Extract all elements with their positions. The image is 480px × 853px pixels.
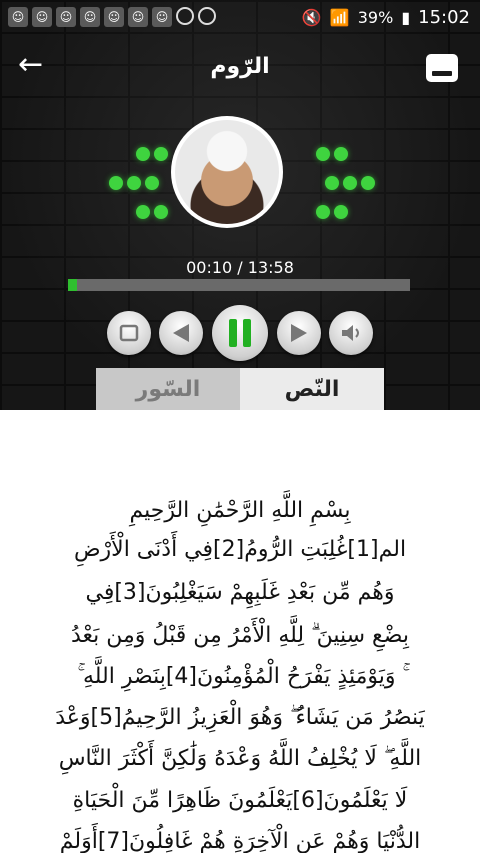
notification-app-icon: ☺ [8,7,28,27]
equalizer-dot [343,176,357,190]
player-header: ☺ ☺ ☺ ☺ ☺ ☺ ☺ 🔇 📶 39% ▮ 15:02 ← الرّوم 0… [0,0,480,410]
mute-icon: 🔇 [301,7,322,27]
volume-icon [342,325,359,341]
equalizer-dot [316,147,330,161]
battery-icon: ▮ [401,7,411,27]
chrome-icon [198,7,216,25]
notification-app-icon: ☺ [56,7,76,27]
equalizer-dot [109,176,123,190]
notification-app-icon: ☺ [128,7,148,27]
status-time: 15:02 [418,6,470,28]
verse-line: اللَّهِ ۖ لَا يُخْلِفُ اللَّهُ وَعْدَهُ … [58,746,422,771]
verse-line: وَهُم مِّن بَعْدِ غَلَبِهِمْ سَيَغْلِبُو… [85,580,395,605]
equalizer-dot [361,176,375,190]
verse-line: يَنصُرُ مَن يَشَاءُ ۖ وَهُوَ الْعَزِيزُ … [55,705,425,730]
quran-text: بِسْمِ اللَّهِ الرَّحْمَٰنِ الرَّحِيمِ ا… [0,410,480,853]
notification-app-icon: ☺ [80,7,100,27]
playback-time: 00:10 / 13:58 [186,258,294,277]
verse-line: بِسْمِ اللَّهِ الرَّحْمَٰنِ الرَّحِيمِ [129,498,351,523]
equalizer-dot [136,205,150,219]
notification-app-icon: ☺ [104,7,124,27]
toolbar: ← الرّوم [0,40,480,96]
wifi-icon: 📶 [329,7,350,27]
minimize-button[interactable] [426,54,458,82]
seek-bar[interactable] [68,279,410,291]
equalizer-dot [145,176,159,190]
notification-app-icon: ☺ [152,7,172,27]
player-controls [0,305,480,361]
previous-icon [173,324,189,342]
tab-text[interactable]: النّص [240,368,384,410]
verse-line: الدُّنْيَا وَهُمْ عَنِ الْآخِرَةِ هُمْ غ… [59,829,421,853]
sync-icon [176,7,194,25]
content-tabs: السّور النّص [96,368,384,410]
verse-line: الم[1]غُلِبَتِ الرُّومُ[2]فِي أَدْنَى ال… [73,537,407,562]
status-bar: ☺ ☺ ☺ ☺ ☺ ☺ ☺ 🔇 📶 39% ▮ 15:02 [0,0,480,34]
verse-line: لَا يَعْلَمُونَ[6]يَعْلَمُونَ ظَاهِرًا م… [72,788,408,813]
volume-button[interactable] [329,311,373,355]
equalizer-dot [154,205,168,219]
equalizer-dot [334,147,348,161]
verse-line: ۚ وَيَوْمَئِذٍ يَفْرَحُ الْمُؤْمِنُونَ[4… [77,664,403,689]
battery-text: 39% [357,7,394,27]
page-title: الرّوم [210,54,270,79]
equalizer-dot [136,147,150,161]
next-button[interactable] [277,311,321,355]
verse-line: بِضْعِ سِنِينَ ۗ لِلَّهِ الْأَمْرُ مِن ق… [71,623,409,648]
pause-button[interactable] [212,305,268,361]
next-icon [291,324,307,342]
reciter-avatar [171,116,283,228]
pause-icon [229,319,251,347]
tab-surahs[interactable]: السّور [96,368,240,410]
equalizer-dot [127,176,141,190]
repeat-button[interactable] [107,311,151,355]
previous-button[interactable] [159,311,203,355]
equalizer-dot [325,176,339,190]
equalizer-dot [334,205,348,219]
repeat-icon [119,324,139,342]
equalizer-dot [316,205,330,219]
seek-bar-fill [68,279,77,291]
notification-app-icon: ☺ [32,7,52,27]
equalizer-dot [154,147,168,161]
